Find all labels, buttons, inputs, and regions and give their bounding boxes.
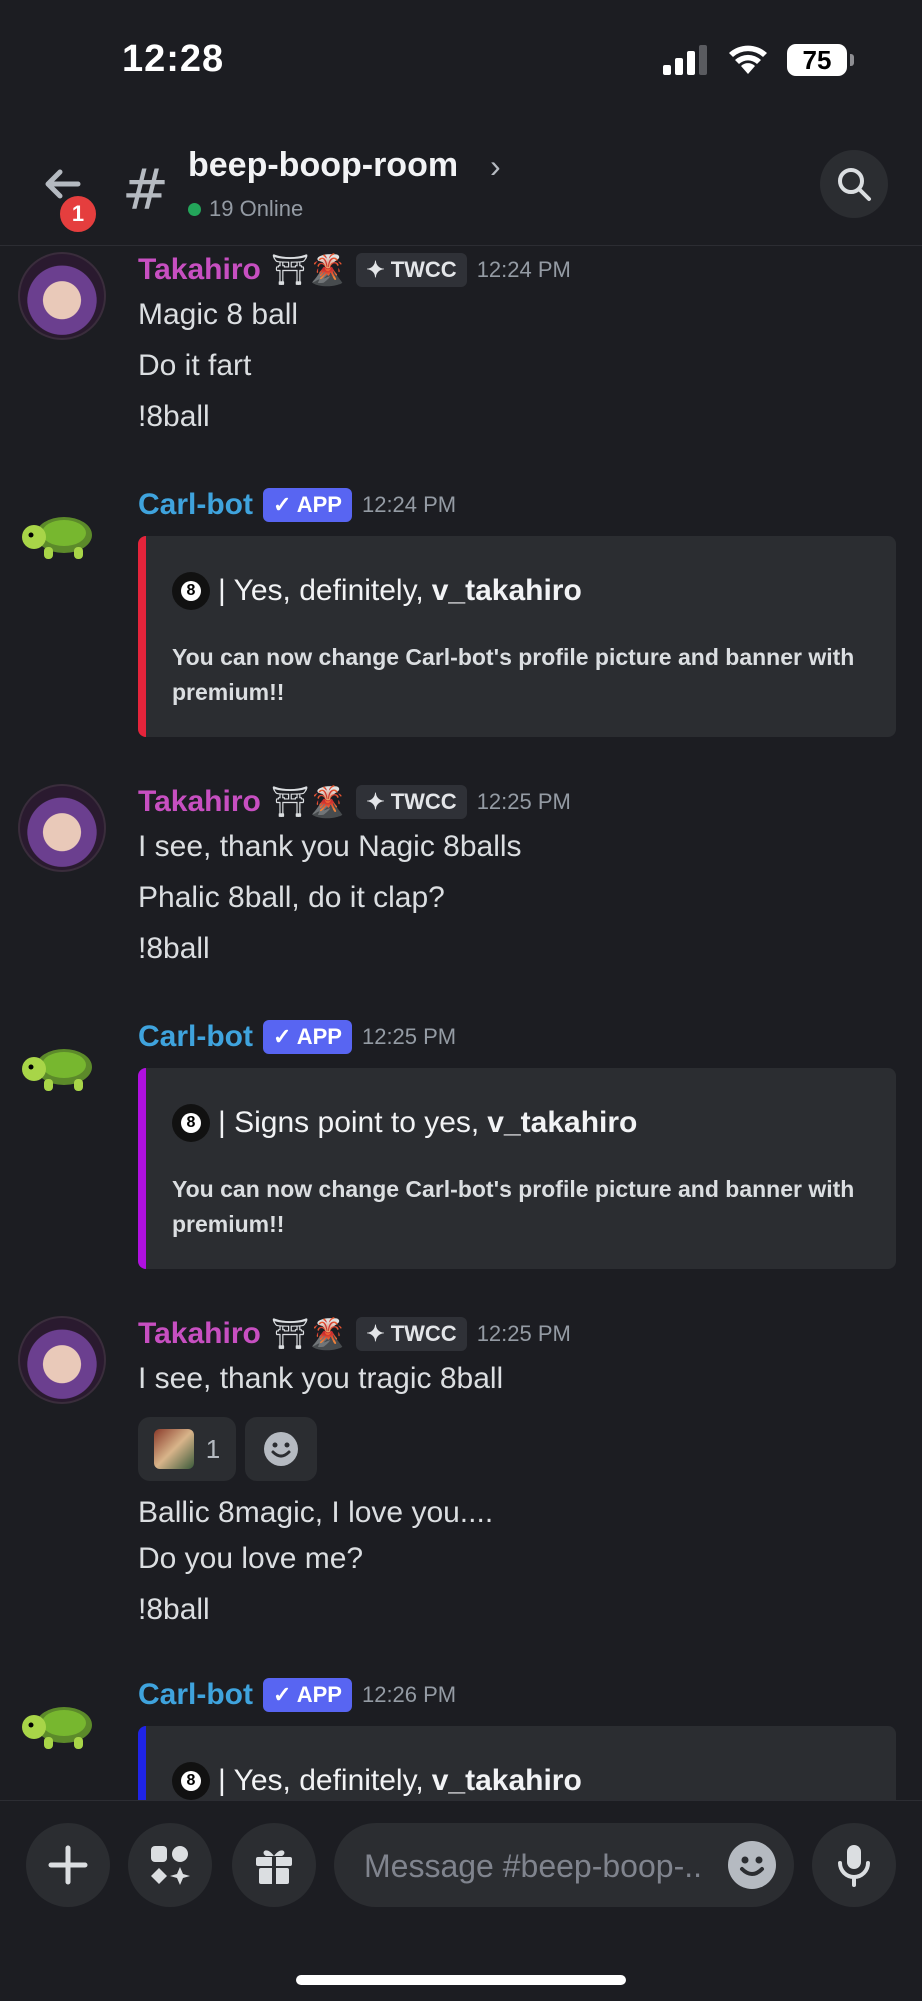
embed-color-bar <box>138 1726 146 1800</box>
message-line: I see, thank you Nagic 8balls <box>138 830 522 863</box>
timestamp: 12:26 PM <box>361 1682 457 1707</box>
message-input[interactable] <box>362 1823 706 1909</box>
embed-title: 8 | Signs point to yes, v_takahiro <box>172 1104 637 1142</box>
name-decoration: ⛩🌋 <box>270 253 347 287</box>
message: Carl-bot ✓ APP 12:25 PM 8 | Signs point … <box>0 1017 922 1277</box>
embed-title: 8 | Yes, definitely, v_takahiro <box>172 572 582 610</box>
turtle-avatar-icon[interactable] <box>18 1681 102 1765</box>
add-reaction-button[interactable] <box>245 1417 317 1481</box>
message: Carl-bot ✓ APP 12:24 PM 8 | Yes, definit… <box>0 485 922 745</box>
hash-icon: # <box>122 158 169 223</box>
turtle-avatar-icon[interactable] <box>18 491 102 575</box>
sparkle-icon: ✦ <box>366 789 385 814</box>
author-name[interactable]: Takahiro <box>138 785 261 819</box>
voice-message-button[interactable] <box>812 1823 896 1907</box>
avatar[interactable] <box>18 1316 106 1404</box>
channel-name[interactable]: beep-boop-room <box>188 146 458 185</box>
8ball-icon: 8 <box>172 1762 210 1800</box>
gift-icon <box>256 1850 292 1885</box>
name-decoration: ⛩🌋 <box>270 785 347 819</box>
timestamp: 12:24 PM <box>476 257 571 282</box>
emoji-picker-button[interactable] <box>728 1841 776 1889</box>
message-list[interactable]: Takahiro ⛩🌋 ✦ TWCC 12:24 PM Magic 8 ball … <box>0 245 922 1800</box>
message-line: !8ball <box>138 932 210 965</box>
embed-description: You can now change Carl-bot's profile pi… <box>172 1176 855 1237</box>
message: Takahiro ⛩🌋 ✦ TWCC 12:25 PM I see, thank … <box>0 1314 922 1674</box>
gift-button[interactable] <box>232 1823 316 1907</box>
message-composer <box>0 1800 922 2001</box>
turtle-avatar-icon[interactable] <box>18 1023 102 1107</box>
author-name[interactable]: Carl-bot <box>138 488 253 522</box>
battery-indicator: 75 <box>787 44 854 76</box>
timestamp: 12:25 PM <box>476 1321 571 1346</box>
message-line: Phalic 8ball, do it clap? <box>138 881 445 914</box>
plus-icon <box>48 1845 88 1885</box>
timestamp: 12:25 PM <box>361 1024 457 1049</box>
home-indicator[interactable] <box>296 1975 626 1985</box>
message-line: Do it fart <box>138 349 252 382</box>
avatar[interactable] <box>18 784 106 872</box>
timestamp: 12:24 PM <box>361 492 457 517</box>
author-name[interactable]: Takahiro <box>138 1317 261 1351</box>
name-decoration: ⛩🌋 <box>270 1317 347 1351</box>
message-input-wrapper <box>334 1823 794 1909</box>
author-name[interactable]: Carl-bot <box>138 1678 253 1712</box>
add-attachment-button[interactable] <box>26 1823 110 1907</box>
8ball-icon: 8 <box>172 572 210 610</box>
server-tag[interactable]: ✦ TWCC <box>356 785 467 819</box>
signal-icon <box>663 45 707 75</box>
reaction-count: 1 <box>205 1433 221 1464</box>
sparkle-icon: ✦ <box>366 257 385 282</box>
emoji-icon <box>740 1856 764 1876</box>
unread-badge: 1 <box>56 192 100 236</box>
message: Carl-bot ✓ APP 12:26 PM 8 | Yes, definit… <box>0 1675 922 1800</box>
online-dot-icon <box>188 202 201 216</box>
apps-button[interactable] <box>128 1823 212 1907</box>
embed: 8 | Signs point to yes, v_takahiro You c… <box>138 1068 896 1269</box>
embed-title: 8 | Yes, definitely, v_takahiro <box>172 1762 582 1800</box>
search-icon <box>838 168 871 201</box>
status-time: 12:28 <box>122 38 225 80</box>
embed: 8 | Yes, definitely, v_takahiro <box>138 1726 896 1800</box>
author-name[interactable]: Takahiro <box>138 253 261 287</box>
message-line: Ballic 8magic, I love you.... <box>138 1496 494 1529</box>
author-name[interactable]: Carl-bot <box>138 1020 253 1054</box>
search-button[interactable] <box>820 150 888 218</box>
reaction-emoji-icon <box>153 1429 194 1469</box>
online-count: 19 Online <box>188 196 303 222</box>
timestamp: 12:25 PM <box>476 789 571 814</box>
message-line: !8ball <box>138 1593 210 1626</box>
embed: 8 | Yes, definitely, v_takahiro You can … <box>138 536 896 737</box>
avatar[interactable] <box>18 252 106 340</box>
message: Takahiro ⛩🌋 ✦ TWCC 12:24 PM Magic 8 ball … <box>0 250 922 433</box>
reaction[interactable]: 1 <box>138 1417 236 1481</box>
channel-header: 1 # beep-boop-room › 19 Online <box>0 120 922 246</box>
online-text: 19 Online <box>209 196 304 221</box>
app-badge: ✓ APP <box>263 488 352 522</box>
message: Takahiro ⛩🌋 ✦ TWCC 12:25 PM I see, thank … <box>0 782 922 982</box>
sparkle-icon: ✦ <box>366 1321 385 1346</box>
status-bar: 12:28 75 <box>0 0 922 120</box>
app-badge: ✓ APP <box>263 1020 352 1054</box>
app-badge: ✓ APP <box>263 1678 352 1712</box>
message-line: I see, thank you tragic 8ball <box>138 1362 504 1395</box>
wifi-icon <box>729 45 767 74</box>
embed-color-bar <box>138 1068 146 1269</box>
smiley-icon <box>264 1432 298 1466</box>
embed-color-bar <box>138 536 146 737</box>
server-tag[interactable]: ✦ TWCC <box>356 253 467 287</box>
microphone-icon <box>838 1845 870 1887</box>
message-line: Magic 8 ball <box>138 298 299 331</box>
apps-icon <box>151 1846 190 1885</box>
server-tag[interactable]: ✦ TWCC <box>356 1317 467 1351</box>
message-line: !8ball <box>138 400 210 433</box>
chevron-right-icon[interactable]: › <box>490 148 501 185</box>
8ball-icon: 8 <box>172 1104 210 1142</box>
embed-description: You can now change Carl-bot's profile pi… <box>172 644 855 705</box>
message-line: Do you love me? <box>138 1542 364 1575</box>
